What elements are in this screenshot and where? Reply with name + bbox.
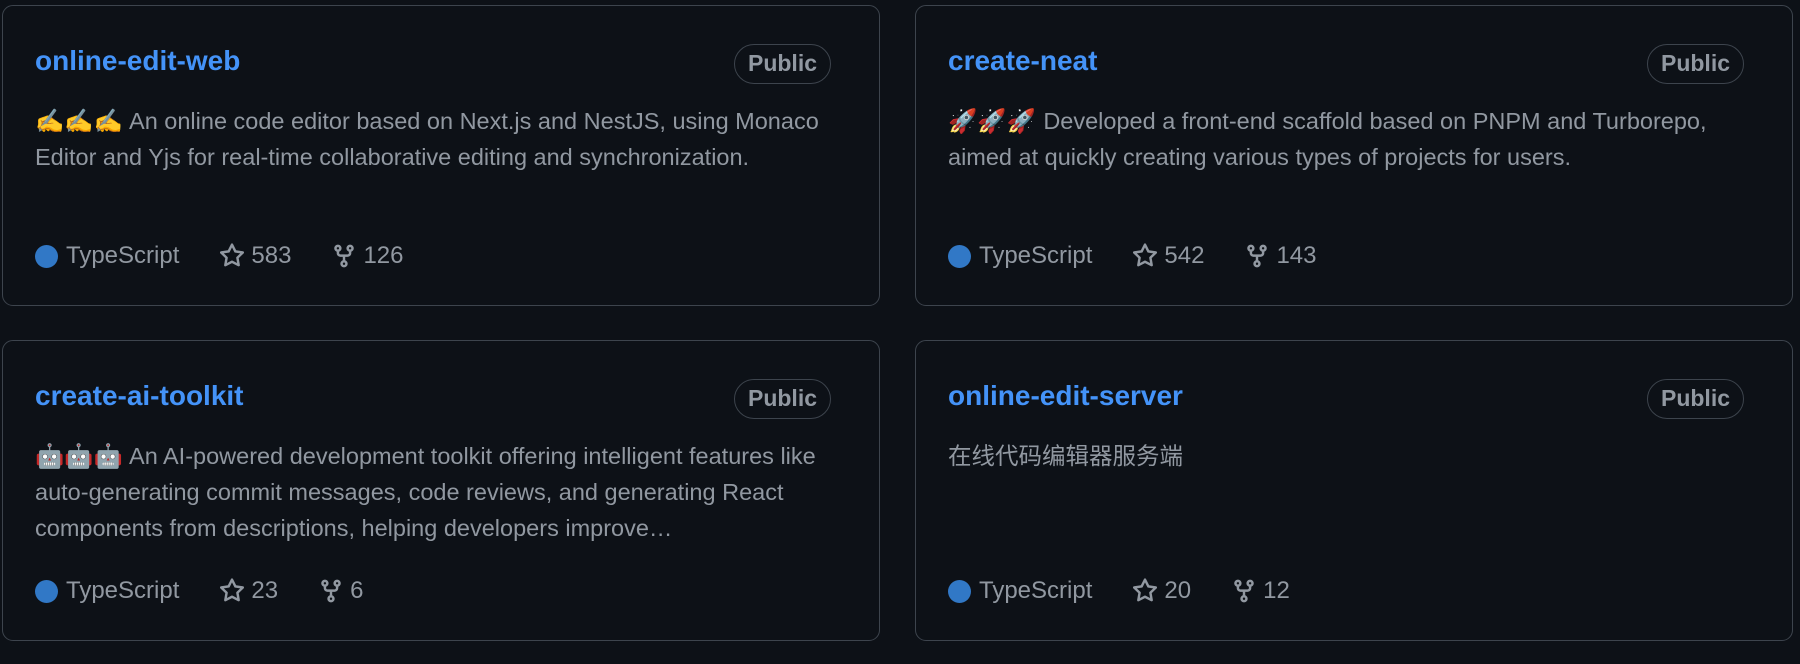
stargazers-link[interactable]: 583 bbox=[219, 242, 291, 270]
fork-count: 143 bbox=[1276, 242, 1317, 269]
visibility-badge: Public bbox=[733, 44, 831, 84]
star-icon bbox=[220, 243, 245, 267]
repo-description: 🤖🤖🤖 An AI-powered development toolkit of… bbox=[35, 438, 839, 546]
repo-card: online-edit-web Public ✍️✍️✍️ An online … bbox=[2, 5, 880, 306]
description-text: An online code editor based on Next.js a… bbox=[35, 108, 819, 170]
repo-meta: TypeScript 583 126 bbox=[35, 238, 403, 274]
language-color-dot bbox=[35, 579, 58, 603]
language-color-dot bbox=[948, 244, 971, 268]
repo-language: TypeScript bbox=[979, 577, 1093, 604]
repo-language: TypeScript bbox=[66, 242, 180, 269]
repo-name-link[interactable]: create-neat bbox=[948, 43, 1097, 79]
forks-link[interactable]: 6 bbox=[318, 577, 363, 605]
repo-forked-icon bbox=[334, 244, 355, 268]
repo-description: 在线代码编辑器服务端 bbox=[948, 438, 1752, 474]
visibility-badge: Public bbox=[1646, 44, 1744, 84]
forks-link[interactable]: 12 bbox=[1231, 577, 1290, 605]
repo-forked-icon bbox=[1234, 579, 1254, 603]
repo-card: create-neat Public 🚀🚀🚀 Developed a front… bbox=[915, 5, 1793, 306]
repo-meta: TypeScript 23 6 bbox=[35, 573, 363, 609]
visibility-badge: Public bbox=[1646, 379, 1744, 419]
repo-name-link[interactable]: create-ai-toolkit bbox=[35, 378, 244, 414]
star-icon bbox=[220, 578, 245, 602]
pinned-repos-grid: online-edit-web Public ✍️✍️✍️ An online … bbox=[2, 5, 1793, 641]
repo-forked-icon bbox=[321, 579, 341, 603]
stargazers-link[interactable]: 542 bbox=[1132, 242, 1204, 270]
repo-meta: TypeScript 542 143 bbox=[948, 238, 1316, 274]
language-color-dot bbox=[35, 244, 58, 268]
stargazers-link[interactable]: 23 bbox=[219, 577, 278, 605]
fork-count: 126 bbox=[363, 242, 404, 269]
repo-forked-icon bbox=[1247, 244, 1268, 268]
description-text: Developed a front-end scaffold based on … bbox=[948, 108, 1707, 170]
visibility-badge: Public bbox=[733, 379, 831, 419]
description-text: 在线代码编辑器服务端 bbox=[948, 443, 1183, 469]
description-emoji: 🤖🤖🤖 bbox=[35, 443, 123, 469]
repo-language: TypeScript bbox=[66, 577, 180, 604]
repo-language: TypeScript bbox=[979, 242, 1093, 269]
star-count: 23 bbox=[251, 577, 279, 604]
fork-count: 12 bbox=[1263, 577, 1290, 604]
repo-name-link[interactable]: online-edit-web bbox=[35, 43, 240, 79]
repo-name-link[interactable]: online-edit-server bbox=[948, 378, 1183, 414]
star-icon bbox=[1133, 578, 1158, 602]
repo-description: ✍️✍️✍️ An online code editor based on Ne… bbox=[35, 103, 839, 175]
star-count: 542 bbox=[1164, 242, 1205, 269]
description-emoji: ✍️✍️✍️ bbox=[35, 108, 123, 134]
description-emoji: 🚀🚀🚀 bbox=[948, 108, 1036, 134]
repo-card: online-edit-server Public 在线代码编辑器服务端 Typ… bbox=[915, 340, 1793, 641]
fork-count: 6 bbox=[350, 577, 364, 604]
forks-link[interactable]: 143 bbox=[1244, 242, 1316, 270]
repo-card: create-ai-toolkit Public 🤖🤖🤖 An AI-power… bbox=[2, 340, 880, 641]
forks-link[interactable]: 126 bbox=[331, 242, 403, 270]
star-count: 20 bbox=[1164, 577, 1192, 604]
stargazers-link[interactable]: 20 bbox=[1132, 577, 1191, 605]
repo-meta: TypeScript 20 12 bbox=[948, 573, 1290, 609]
description-text: An AI-powered development toolkit offeri… bbox=[35, 443, 816, 541]
language-color-dot bbox=[948, 579, 971, 603]
repo-description: 🚀🚀🚀 Developed a front-end scaffold based… bbox=[948, 103, 1752, 175]
star-icon bbox=[1133, 243, 1158, 267]
star-count: 583 bbox=[251, 242, 292, 269]
